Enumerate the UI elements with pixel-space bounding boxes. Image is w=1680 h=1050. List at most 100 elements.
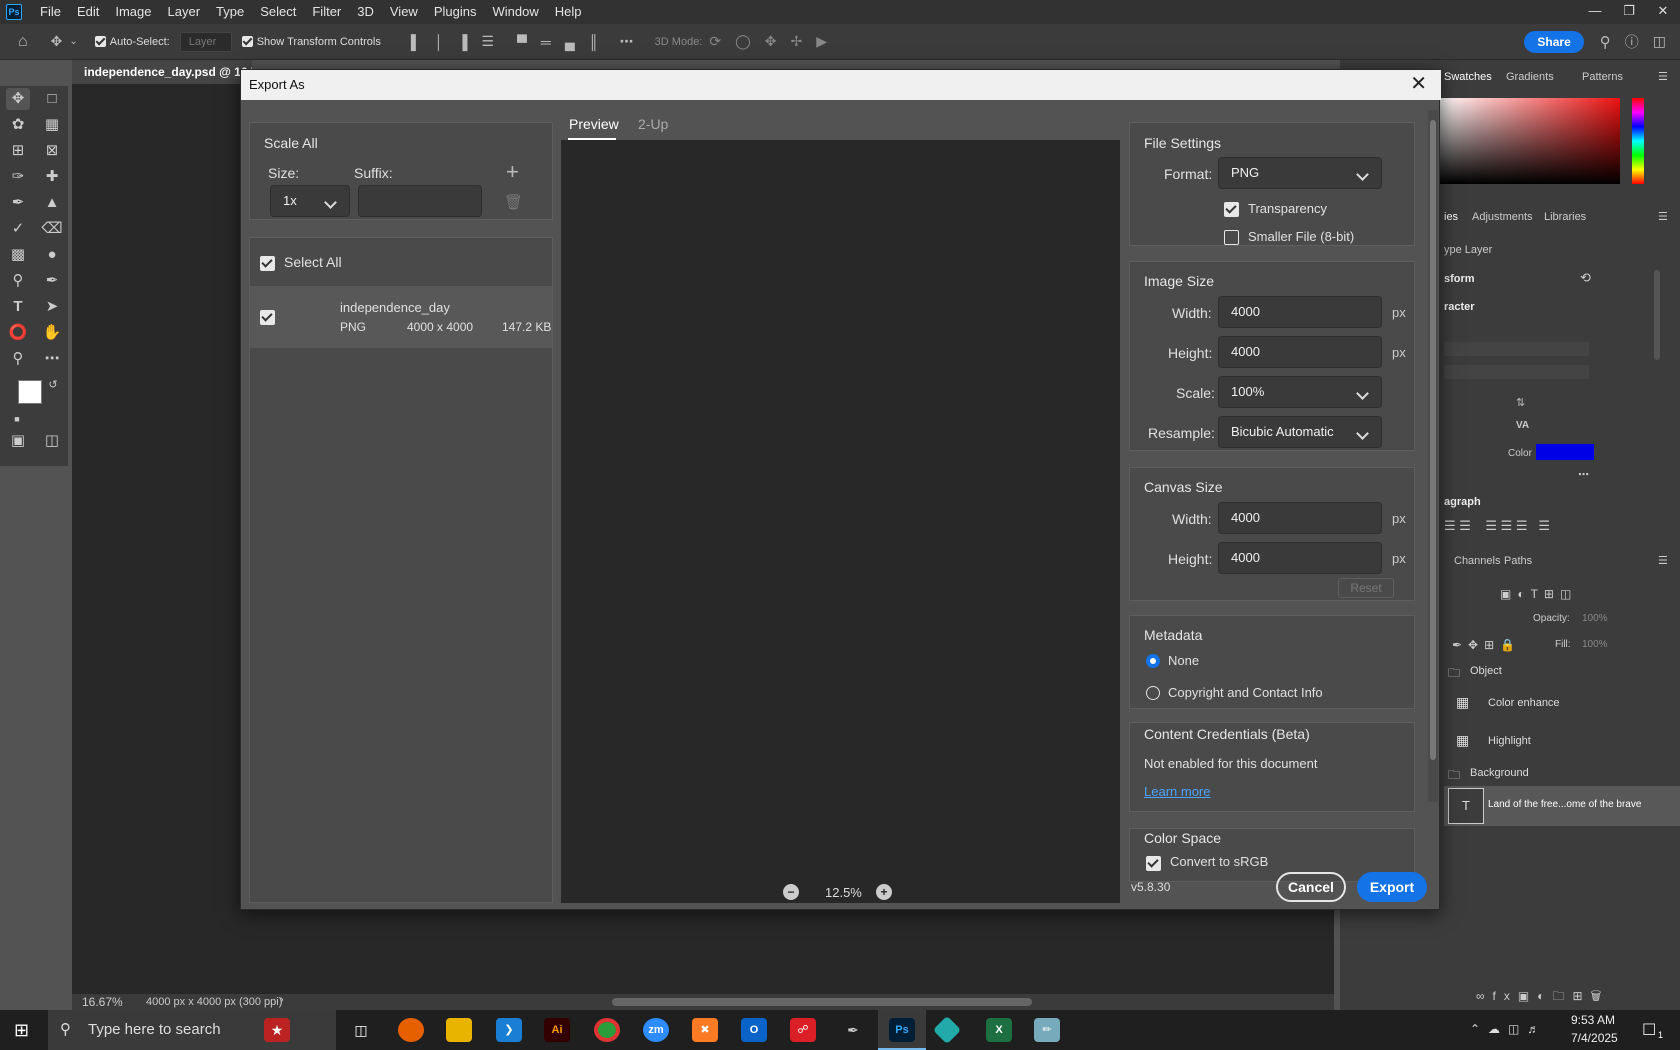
- object-select-tool-icon[interactable]: ▦: [40, 114, 64, 136]
- font-family-dropdown[interactable]: [1444, 342, 1589, 356]
- task-view-icon[interactable]: ◫: [348, 1018, 374, 1042]
- illustrator-icon[interactable]: Ai: [544, 1018, 570, 1042]
- align-text-left-icon[interactable]: ☰ ☰ ☰ ☰ ☰ ☰: [1444, 518, 1550, 534]
- xampp-icon[interactable]: ✖: [692, 1018, 718, 1042]
- photoshop-taskbar-active[interactable]: Ps: [878, 1010, 926, 1050]
- image-height-input[interactable]: 4000: [1218, 336, 1382, 368]
- close-dialog-icon[interactable]: ✕: [1410, 73, 1427, 95]
- ellipse-tool-icon[interactable]: ⭕: [6, 322, 30, 344]
- layer-filter-icons[interactable]: ▣◐T⊞◫: [1500, 587, 1577, 601]
- distribute-icon[interactable]: ☰: [481, 33, 494, 50]
- chevron-down-icon[interactable]: ⌄: [69, 36, 77, 47]
- distribute-vertical-icon[interactable]: ║: [589, 34, 599, 50]
- convert-srgb-checkbox[interactable]: [1146, 856, 1161, 871]
- reset-transform-icon[interactable]: ⟲: [1580, 270, 1591, 286]
- layer-select-dropdown[interactable]: Layer: [179, 31, 232, 52]
- panel-menu-icon[interactable]: ☰: [1658, 210, 1668, 223]
- horizontal-scrollbar[interactable]: [612, 998, 1032, 1006]
- text-color-swatch[interactable]: [1536, 444, 1594, 460]
- gradient-tool-icon[interactable]: ▩: [6, 244, 30, 266]
- layer-row[interactable]: T Land of the free...ome of the brave: [1444, 786, 1680, 826]
- search-icon[interactable]: ⚲: [1600, 33, 1611, 51]
- pen-app-icon[interactable]: ✒: [840, 1018, 866, 1042]
- windows-start-icon[interactable]: ⊞: [14, 1020, 29, 1041]
- tab-swatches[interactable]: Swatches: [1444, 71, 1492, 83]
- clock-time[interactable]: 9:53 AM: [1571, 1013, 1615, 1027]
- tab-paths[interactable]: Paths: [1504, 555, 1532, 567]
- align-top-icon[interactable]: ▀: [517, 34, 527, 50]
- show-transform-controls-checkbox[interactable]: [241, 36, 253, 47]
- asset-checkbox[interactable]: [260, 310, 275, 325]
- menu-view[interactable]: View: [382, 0, 426, 24]
- 3d-roll-icon[interactable]: ◯: [735, 33, 751, 50]
- blur-tool-icon[interactable]: ●: [40, 244, 64, 266]
- layer-row[interactable]: 🗀 Object: [1444, 660, 1680, 684]
- swap-colors-icon[interactable]: ↺: [46, 374, 60, 396]
- align-middle-icon[interactable]: ═: [541, 34, 551, 50]
- creative-cloud-icon[interactable]: ☍: [790, 1018, 816, 1042]
- eraser-tool-icon[interactable]: ⌫: [40, 218, 64, 240]
- marquee-tool-icon[interactable]: □: [40, 88, 64, 110]
- 3d-orbit-icon[interactable]: ⟳: [709, 33, 721, 50]
- status-chevron-icon[interactable]: ›: [280, 994, 284, 1006]
- fill-value[interactable]: 100%: [1582, 639, 1608, 650]
- more-options-icon[interactable]: ⋯: [1578, 468, 1589, 481]
- help-icon[interactable]: ⓘ: [1625, 32, 1639, 52]
- menu-edit[interactable]: Edit: [69, 0, 107, 24]
- tab-preview[interactable]: Preview: [569, 116, 619, 132]
- add-scale-icon[interactable]: +: [506, 159, 519, 185]
- app-diamond-icon[interactable]: [932, 1015, 962, 1045]
- chrome-icon[interactable]: [594, 1018, 620, 1042]
- workspace-icon[interactable]: ◫: [1653, 33, 1666, 50]
- minimize-icon[interactable]: —: [1578, 0, 1612, 24]
- taskbar-search-input[interactable]: ⚲ Type here to search: [48, 1010, 336, 1050]
- menu-select[interactable]: Select: [252, 0, 304, 24]
- zoom-in-icon[interactable]: +: [876, 884, 892, 900]
- 3d-camera-icon[interactable]: ▶: [816, 33, 827, 50]
- settings-scrollbar[interactable]: [1428, 110, 1438, 802]
- tab-properties[interactable]: ies: [1444, 211, 1458, 223]
- default-colors-icon[interactable]: ■: [10, 408, 24, 430]
- firefox-icon[interactable]: [398, 1018, 424, 1042]
- menu-image[interactable]: Image: [107, 0, 159, 24]
- layer-row[interactable]: 🗀 Background: [1444, 762, 1680, 786]
- file-explorer-icon[interactable]: [446, 1018, 472, 1042]
- tab-patterns[interactable]: Patterns: [1582, 71, 1623, 83]
- menu-plugins[interactable]: Plugins: [426, 0, 485, 24]
- metadata-none-radio[interactable]: [1146, 654, 1160, 668]
- learn-more-link[interactable]: Learn more: [1144, 784, 1210, 799]
- menu-type[interactable]: Type: [208, 0, 252, 24]
- size-dropdown[interactable]: 1x: [270, 185, 350, 217]
- canvas-width-input[interactable]: 4000: [1218, 502, 1382, 534]
- suffix-input[interactable]: [358, 185, 482, 217]
- menu-window[interactable]: Window: [484, 0, 546, 24]
- menu-file[interactable]: File: [32, 0, 69, 24]
- pen-tool-icon[interactable]: ✒: [40, 270, 64, 292]
- zoom-level[interactable]: 16.67%: [82, 995, 123, 1009]
- color-picker-field[interactable]: [1440, 98, 1620, 184]
- layer-actions-icons[interactable]: ∞fx▣◐🗀⊞🗑: [1476, 987, 1609, 1008]
- image-width-input[interactable]: 4000: [1218, 296, 1382, 328]
- delete-scale-icon[interactable]: 🗑: [504, 193, 523, 211]
- align-center-icon[interactable]: │: [435, 34, 444, 50]
- cancel-button[interactable]: Cancel: [1276, 872, 1346, 902]
- path-select-tool-icon[interactable]: ➤: [40, 296, 64, 318]
- 3d-pan-icon[interactable]: ✥: [765, 33, 777, 50]
- close-window-icon[interactable]: ✕: [1646, 0, 1680, 24]
- lasso-tool-icon[interactable]: ✿: [6, 114, 30, 136]
- 3d-slide-icon[interactable]: ✢: [791, 33, 803, 50]
- align-bottom-icon[interactable]: ▄: [565, 34, 575, 50]
- history-brush-tool-icon[interactable]: ✓: [6, 218, 30, 240]
- stamp-tool-icon[interactable]: ▲: [40, 192, 64, 214]
- share-button[interactable]: Share: [1524, 30, 1584, 53]
- smaller-file-checkbox[interactable]: [1224, 230, 1239, 245]
- crop-tool-icon[interactable]: ⊞: [6, 140, 30, 162]
- settings-scrollbar-thumb[interactable]: [1430, 120, 1436, 760]
- zoom-tool-icon[interactable]: ⚲: [6, 348, 30, 370]
- resample-dropdown[interactable]: Bicubic Automatic: [1218, 416, 1382, 448]
- align-right-icon[interactable]: ▐: [458, 34, 468, 50]
- notification-icon[interactable]: ☐: [1642, 1020, 1656, 1040]
- system-tray-icons[interactable]: ⌃☁◫♬: [1470, 1022, 1547, 1036]
- frame-tool-icon[interactable]: ⊠: [40, 140, 64, 162]
- layer-row[interactable]: ▦ Highlight: [1444, 724, 1680, 760]
